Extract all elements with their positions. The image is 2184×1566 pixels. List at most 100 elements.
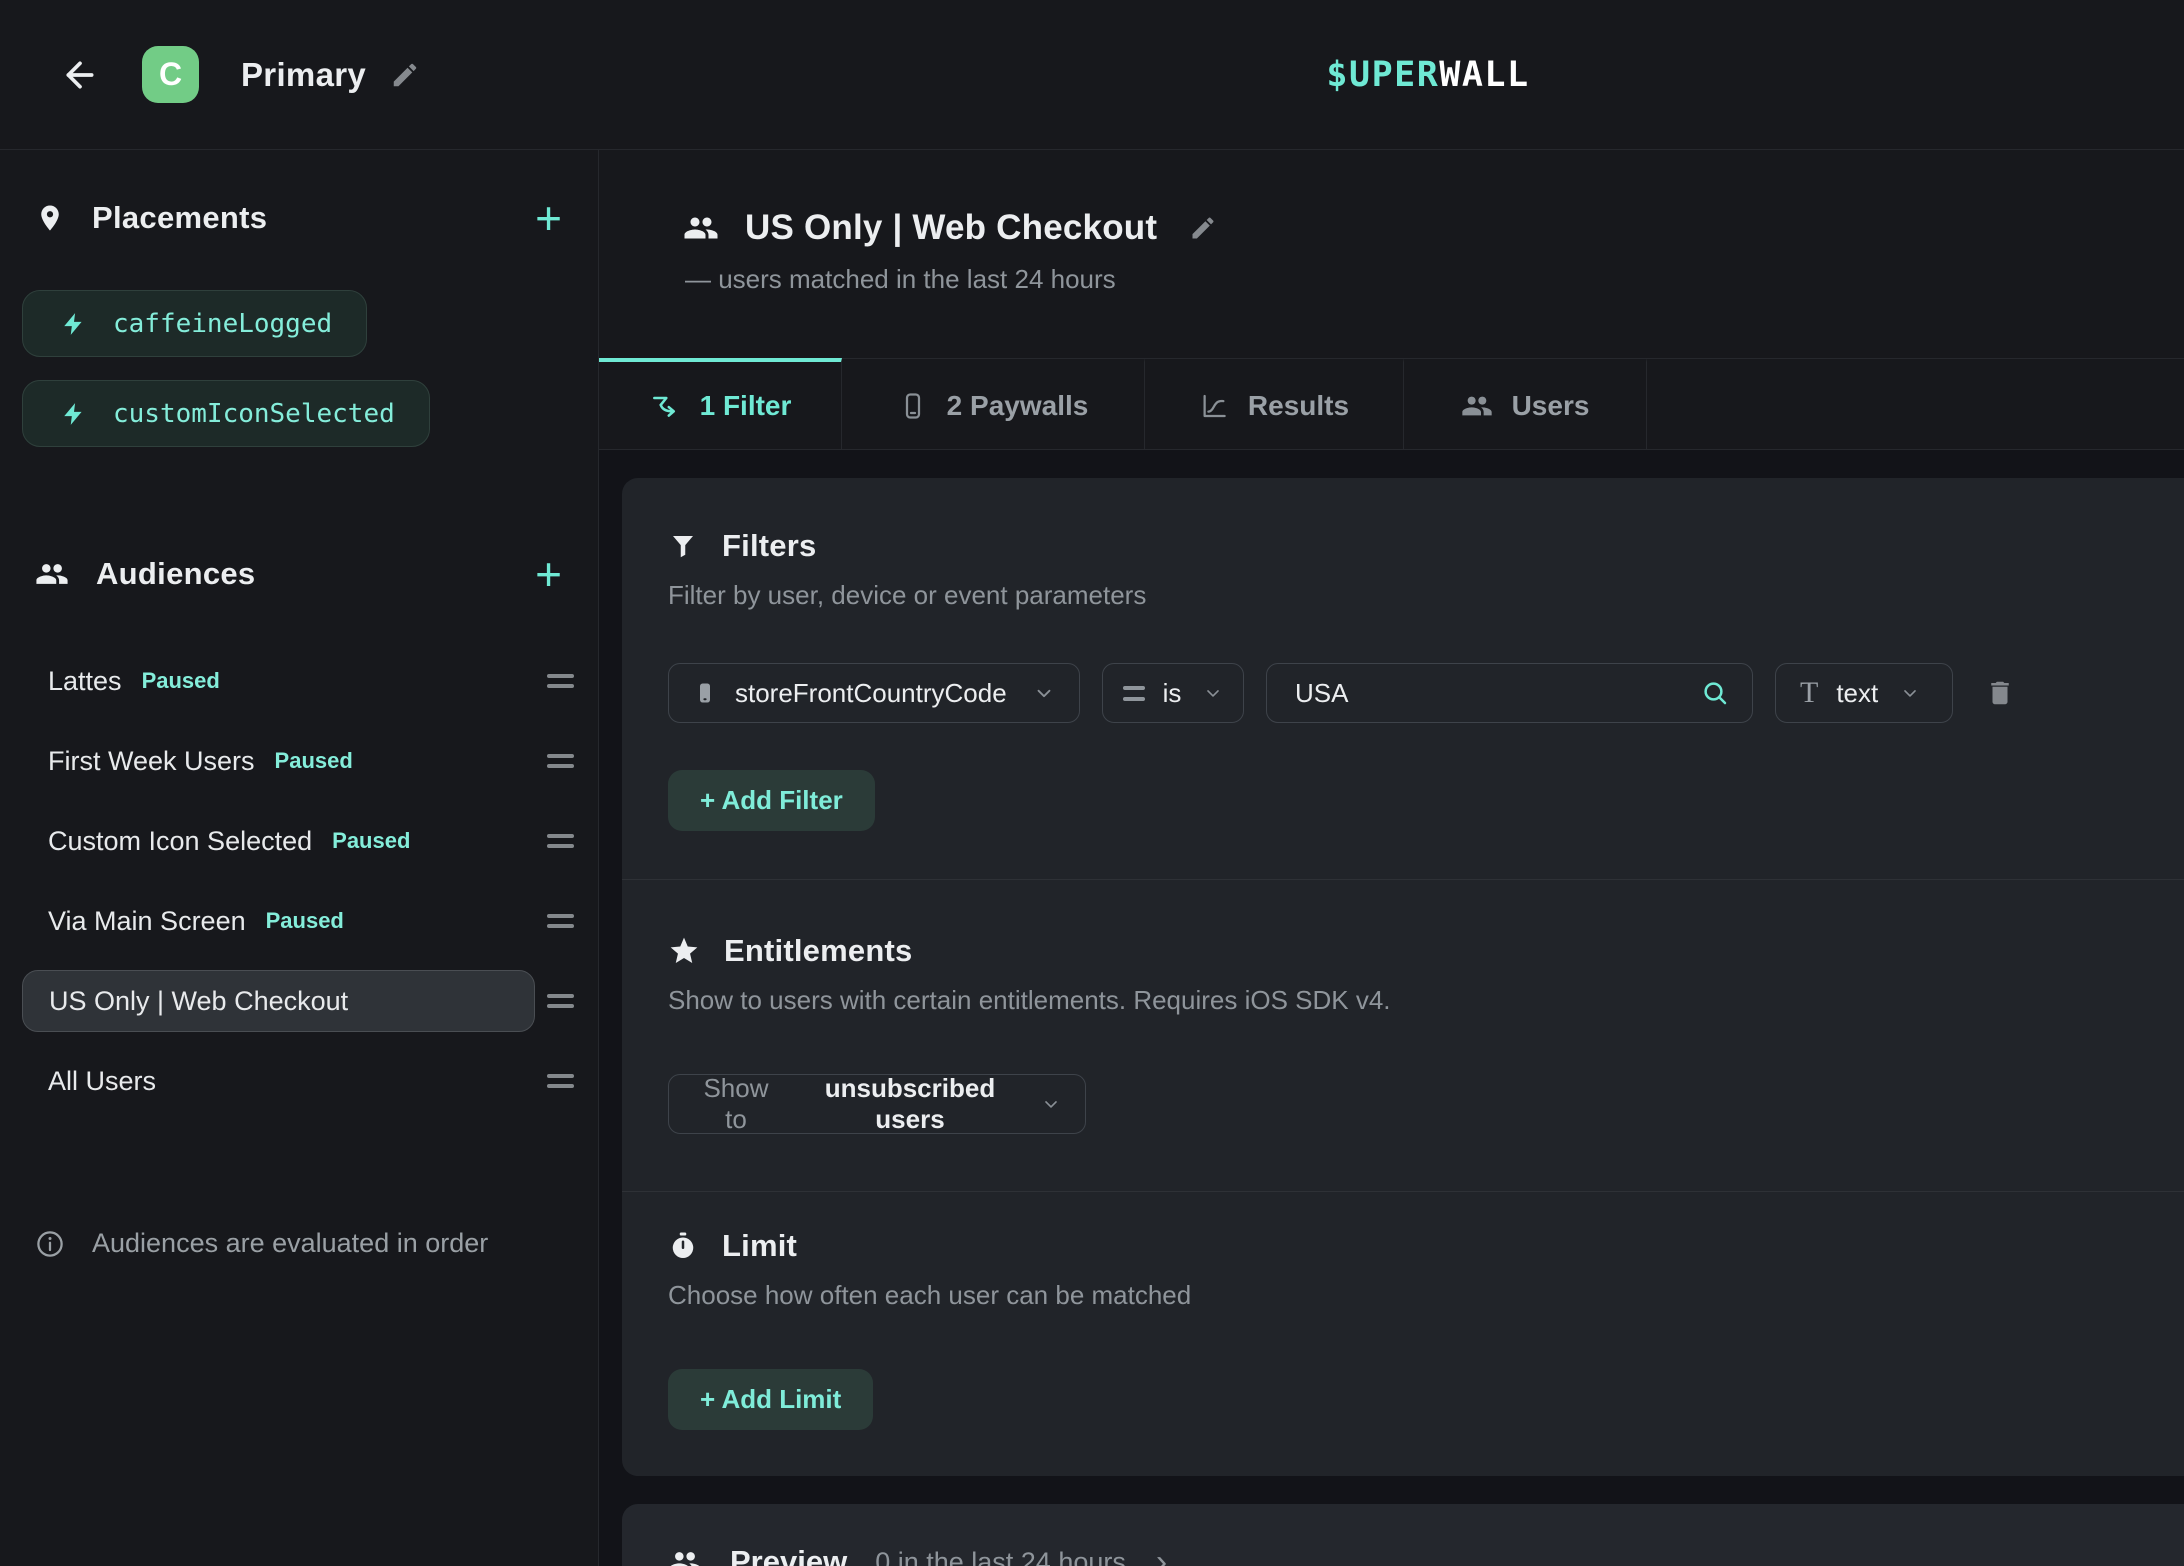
drag-handle-icon[interactable] bbox=[547, 754, 574, 768]
preview-card: Preview 0 in the last 24 hours › bbox=[622, 1504, 2184, 1566]
search-icon bbox=[1700, 678, 1730, 708]
value-type-select[interactable]: T text bbox=[1775, 663, 1953, 723]
parameter-select[interactable]: storeFrontCountryCode bbox=[668, 663, 1080, 723]
tab-filter[interactable]: 1 Filter bbox=[599, 358, 842, 449]
avatar[interactable]: C bbox=[142, 46, 199, 103]
tab-label: Results bbox=[1248, 390, 1349, 422]
entitlements-subtitle: Show to users with certain entitlements.… bbox=[668, 985, 2154, 1017]
tab-label: 1 Filter bbox=[700, 390, 792, 422]
filter-value-field[interactable] bbox=[1266, 663, 1753, 723]
filters-subtitle: Filter by user, device or event paramete… bbox=[668, 580, 2154, 612]
audience-name: First Week Users bbox=[48, 746, 255, 777]
back-button[interactable] bbox=[56, 51, 104, 99]
audience-item-all-users[interactable]: All Users bbox=[22, 1041, 574, 1121]
audience-name: Via Main Screen bbox=[48, 906, 246, 937]
placements-heading: Placements bbox=[92, 200, 267, 236]
project-title: Primary bbox=[241, 56, 366, 94]
drag-handle-icon[interactable] bbox=[547, 834, 574, 848]
status-badge: Paused bbox=[332, 828, 410, 854]
placement-item-caffeineLogged[interactable]: caffeineLogged bbox=[22, 290, 367, 357]
audience-item-first-week-users[interactable]: First Week Users Paused bbox=[22, 721, 574, 801]
preview-meta: 0 in the last 24 hours bbox=[875, 1547, 1126, 1566]
add-audience-button[interactable]: + bbox=[535, 554, 562, 594]
preview-heading: Preview bbox=[730, 1544, 847, 1566]
audience-item-custom-icon-selected[interactable]: Custom Icon Selected Paused bbox=[22, 801, 574, 881]
drag-handle-icon[interactable] bbox=[547, 674, 574, 688]
sidebar: Placements + caffeineLogged customIconSe… bbox=[0, 150, 599, 1566]
logo-rest: WALL bbox=[1439, 55, 1529, 95]
audience-item-lattes[interactable]: Lattes Paused bbox=[22, 641, 574, 721]
add-limit-button[interactable]: + Add Limit bbox=[668, 1369, 873, 1430]
stopwatch-icon bbox=[668, 1231, 698, 1261]
filters-heading: Filters bbox=[722, 528, 816, 564]
add-filter-button[interactable]: + Add Filter bbox=[668, 770, 875, 831]
text-type-icon: T bbox=[1800, 678, 1818, 708]
users-icon bbox=[683, 210, 719, 246]
tab-paywalls[interactable]: 2 Paywalls bbox=[842, 358, 1145, 449]
limit-section: Limit Choose how often each user can be … bbox=[622, 1192, 2184, 1476]
tab-bar: 1 Filter 2 Paywalls Results Users bbox=[599, 358, 2184, 450]
status-badge: Paused bbox=[275, 748, 353, 774]
filters-section: Filters Filter by user, device or event … bbox=[622, 478, 2184, 879]
edit-audience-button[interactable] bbox=[1189, 214, 1217, 242]
superwall-app: C Primary $UPERWALL Placements + caffein… bbox=[0, 0, 2184, 1566]
placement-label: customIconSelected bbox=[113, 399, 395, 429]
audience-item-via-main-screen[interactable]: Via Main Screen Paused bbox=[22, 881, 574, 961]
audience-header: US Only | Web Checkout — users matched i… bbox=[599, 150, 2184, 296]
drag-handle-icon[interactable] bbox=[547, 1074, 574, 1088]
users-icon bbox=[35, 557, 69, 591]
audience-name: Lattes bbox=[48, 666, 122, 697]
equals-icon bbox=[1123, 686, 1145, 701]
footnote-text: Audiences are evaluated in order bbox=[92, 1228, 488, 1259]
operator-value: is bbox=[1163, 678, 1182, 709]
audience-name: All Users bbox=[48, 1066, 156, 1097]
audience-settings-card: Filters Filter by user, device or event … bbox=[622, 478, 2184, 1476]
users-icon bbox=[668, 1545, 702, 1566]
add-placement-button[interactable]: + bbox=[535, 198, 562, 238]
drag-handle-icon[interactable] bbox=[547, 914, 574, 928]
status-badge: Paused bbox=[266, 908, 344, 934]
audiences-footnote: Audiences are evaluated in order bbox=[22, 1228, 574, 1259]
funnel-icon bbox=[668, 531, 698, 561]
show-to-select[interactable]: Show to unsubscribed users bbox=[668, 1074, 1086, 1134]
topbar: C Primary $UPERWALL bbox=[0, 0, 2184, 150]
placement-label: caffeineLogged bbox=[113, 309, 332, 339]
main-panel: US Only | Web Checkout — users matched i… bbox=[599, 150, 2184, 1566]
chevron-right-icon: › bbox=[1156, 1545, 1167, 1566]
tab-users[interactable]: Users bbox=[1404, 358, 1647, 449]
placement-item-customIconSelected[interactable]: customIconSelected bbox=[22, 380, 430, 447]
placement-list: caffeineLogged customIconSelected bbox=[22, 290, 574, 447]
audiences-heading: Audiences bbox=[96, 556, 255, 592]
pencil-icon bbox=[390, 60, 420, 90]
tab-label: Users bbox=[1512, 390, 1590, 422]
limit-heading: Limit bbox=[722, 1228, 797, 1264]
chart-icon bbox=[1199, 391, 1229, 421]
back-arrow-icon bbox=[60, 55, 100, 95]
audience-name: Custom Icon Selected bbox=[48, 826, 312, 857]
chevron-down-icon bbox=[1033, 682, 1055, 704]
phone-icon bbox=[693, 681, 717, 705]
audience-name: US Only | Web Checkout bbox=[49, 986, 348, 1017]
drag-handle-icon[interactable] bbox=[547, 994, 574, 1008]
audience-list: Lattes Paused First Week Users Paused Cu… bbox=[22, 641, 574, 1121]
delete-filter-button[interactable] bbox=[1985, 678, 2015, 708]
tab-results[interactable]: Results bbox=[1145, 358, 1404, 449]
star-icon bbox=[668, 935, 700, 967]
logo-accent: $UPER bbox=[1326, 55, 1439, 95]
audience-subtitle: — users matched in the last 24 hours bbox=[685, 264, 2184, 296]
filter-value-input[interactable] bbox=[1295, 678, 1682, 709]
status-badge: Paused bbox=[142, 668, 220, 694]
placements-header: Placements + bbox=[22, 196, 574, 240]
edit-project-button[interactable] bbox=[390, 60, 420, 90]
info-icon bbox=[35, 1229, 65, 1259]
avatar-letter: C bbox=[159, 56, 182, 93]
preview-header[interactable]: Preview 0 in the last 24 hours › bbox=[668, 1540, 2154, 1566]
trash-icon bbox=[1985, 678, 2015, 708]
entitlements-section: Entitlements Show to users with certain … bbox=[622, 880, 2184, 1191]
map-pin-icon bbox=[35, 203, 65, 233]
chevron-down-icon bbox=[1203, 683, 1223, 703]
phone-icon bbox=[898, 391, 928, 421]
operator-select[interactable]: is bbox=[1102, 663, 1244, 723]
tab-label: 2 Paywalls bbox=[947, 390, 1089, 422]
audience-item-us-only-web-checkout[interactable]: US Only | Web Checkout bbox=[22, 961, 574, 1041]
